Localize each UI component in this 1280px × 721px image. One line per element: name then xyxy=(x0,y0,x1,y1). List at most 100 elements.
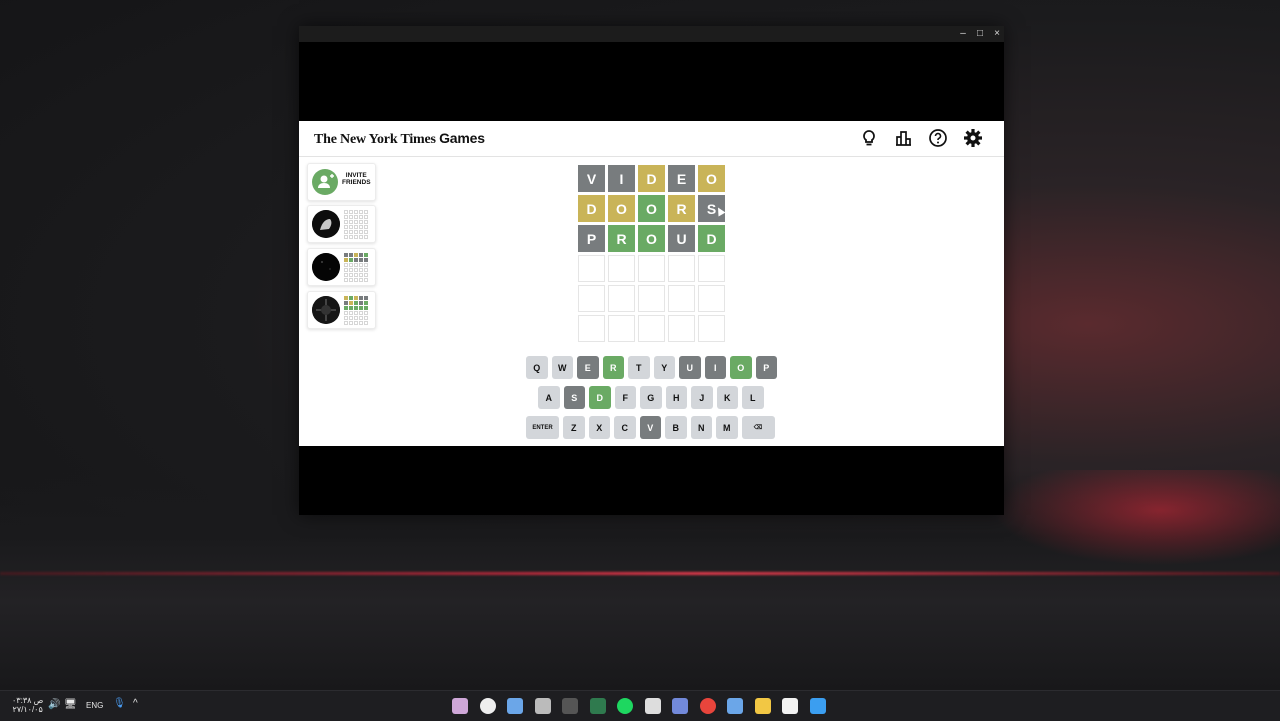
stats-icon[interactable] xyxy=(893,127,915,149)
mini-tile xyxy=(364,258,368,262)
board-tile xyxy=(608,315,635,342)
mini-tile xyxy=(349,316,353,320)
mini-tile xyxy=(349,215,353,219)
mini-tile xyxy=(354,311,358,315)
friend-card[interactable] xyxy=(307,248,376,286)
settings-gear-icon[interactable] xyxy=(962,127,984,149)
app-icon[interactable] xyxy=(644,698,661,714)
key-m[interactable]: M xyxy=(716,416,738,439)
friend-card[interactable] xyxy=(307,205,376,243)
wallpaper-red-line xyxy=(0,572,1280,575)
key-j[interactable]: J xyxy=(691,386,713,409)
avatar xyxy=(312,253,340,281)
key-v[interactable]: V xyxy=(639,416,661,439)
friend-card[interactable] xyxy=(307,291,376,329)
avatar xyxy=(312,296,340,324)
nyt-games-logo[interactable]: The New York Times Games xyxy=(314,130,485,148)
key-o[interactable]: O xyxy=(730,356,752,379)
key-b[interactable]: B xyxy=(665,416,687,439)
key-k[interactable]: K xyxy=(716,386,738,409)
terminal-icon[interactable] xyxy=(562,698,578,714)
mini-tile xyxy=(364,301,368,305)
key-l[interactable]: L xyxy=(742,386,764,409)
key-a[interactable]: A xyxy=(538,386,560,409)
window-titlebar[interactable]: – □ × xyxy=(299,26,1004,42)
mini-tile xyxy=(349,278,353,282)
key-i[interactable]: I xyxy=(704,356,726,379)
clock[interactable]: ۰۳:۳۸ ص ۲۷/۱۰/۰۵ xyxy=(12,696,43,714)
mini-tile xyxy=(354,296,358,300)
chrome-icon[interactable] xyxy=(699,698,716,714)
mini-tile xyxy=(364,263,368,267)
backspace-key[interactable]: ⌫ xyxy=(741,416,775,439)
mini-tile xyxy=(364,278,368,282)
mini-tile xyxy=(344,210,348,214)
key-s[interactable]: S xyxy=(563,386,585,409)
key-z[interactable]: Z xyxy=(563,416,585,439)
excel-icon[interactable] xyxy=(589,698,606,714)
invite-friends-card[interactable]: INVITE FRIENDS xyxy=(307,163,376,201)
mini-tile xyxy=(349,301,353,305)
mini-tile xyxy=(354,278,358,282)
steam-icon[interactable] xyxy=(727,698,743,714)
mini-tile xyxy=(364,311,368,315)
help-icon[interactable] xyxy=(927,127,949,149)
hint-bulb-icon[interactable] xyxy=(858,127,880,149)
language-indicator[interactable]: ENG xyxy=(86,701,103,710)
key-g[interactable]: G xyxy=(640,386,662,409)
mini-tile xyxy=(354,230,358,234)
key-q[interactable]: Q xyxy=(526,356,548,379)
app-icon[interactable] xyxy=(534,698,551,714)
board-tile: O xyxy=(638,195,665,222)
key-f[interactable]: F xyxy=(614,386,636,409)
app-icon[interactable] xyxy=(452,698,468,714)
key-p[interactable]: P xyxy=(755,356,777,379)
key-c[interactable]: C xyxy=(614,416,636,439)
avatar xyxy=(312,210,340,238)
file-explorer-icon[interactable] xyxy=(754,698,771,714)
key-n[interactable]: N xyxy=(690,416,712,439)
board-tile: V xyxy=(578,165,605,192)
key-u[interactable]: U xyxy=(679,356,701,379)
mini-tile xyxy=(359,225,363,229)
board-tile: D xyxy=(638,165,665,192)
keyboard-row-3: ENTER Z X C V B N M ⌫ xyxy=(526,416,775,439)
windows-icon[interactable] xyxy=(809,698,826,714)
microphone-icon[interactable]: 🎙 xyxy=(113,698,126,709)
key-y[interactable]: Y xyxy=(653,356,675,379)
add-friend-icon xyxy=(312,169,338,195)
mini-tile xyxy=(364,321,368,325)
volume-icon[interactable]: 🔊 xyxy=(48,699,60,710)
key-t[interactable]: T xyxy=(628,356,650,379)
mini-tile xyxy=(354,258,358,262)
discord-icon[interactable] xyxy=(672,698,688,714)
key-r[interactable]: R xyxy=(602,356,624,379)
mini-tile xyxy=(359,215,363,219)
close-button[interactable]: × xyxy=(988,26,1006,42)
mini-tile xyxy=(354,301,358,305)
mini-tile xyxy=(359,263,363,267)
mini-tile xyxy=(344,301,348,305)
app-window: – □ × The New York Times Games INVITE FR… xyxy=(299,26,1004,515)
key-d[interactable]: D xyxy=(589,386,611,409)
chevron-up-icon[interactable]: ^ xyxy=(133,698,138,709)
obs-icon[interactable] xyxy=(479,698,496,714)
network-icon[interactable]: 🖥 xyxy=(64,699,77,710)
minimize-button[interactable]: – xyxy=(954,26,972,42)
maximize-button[interactable]: □ xyxy=(971,26,989,42)
mini-tile xyxy=(364,230,368,234)
key-x[interactable]: X xyxy=(588,416,610,439)
keyboard-row-2: ASDFGHJKL xyxy=(538,386,764,409)
key-h[interactable]: H xyxy=(665,386,687,409)
steam-icon[interactable] xyxy=(507,698,523,714)
game-header: The New York Times Games xyxy=(299,121,1004,157)
key-w[interactable]: W xyxy=(551,356,573,379)
mini-tile xyxy=(359,258,363,262)
mini-tile xyxy=(344,253,348,257)
enter-key[interactable]: ENTER xyxy=(526,416,559,439)
mini-tile xyxy=(364,215,368,219)
notepad-icon[interactable] xyxy=(782,698,798,714)
key-e[interactable]: E xyxy=(577,356,599,379)
board-tile: O xyxy=(608,195,635,222)
spotify-icon[interactable] xyxy=(617,698,633,714)
